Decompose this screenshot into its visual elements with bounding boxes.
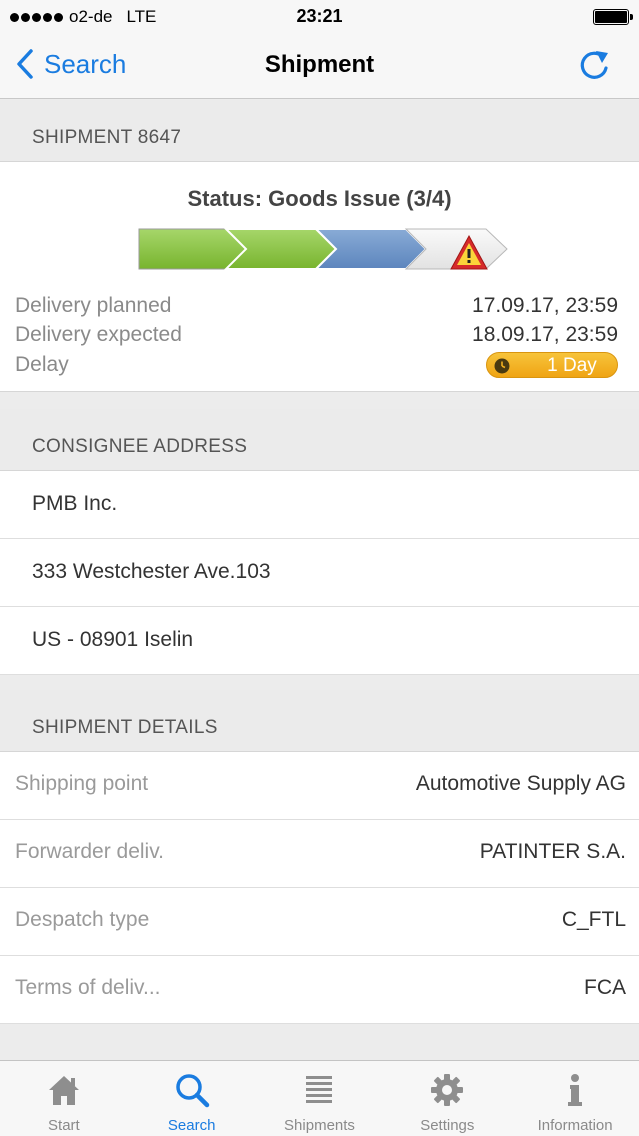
list-icon [306, 1076, 333, 1103]
delay-badge: 1 Day [486, 352, 618, 378]
tab-shipments[interactable]: Shipments [256, 1061, 384, 1136]
detail-row-forwarder: Forwarder deliv. PATINTER S.A. [0, 820, 639, 888]
delivery-expected-label: Delivery expected [15, 323, 182, 346]
detail-label: Forwarder deliv. [15, 840, 164, 863]
tab-label: Settings [420, 1117, 475, 1134]
status-progress-chevrons [138, 228, 508, 270]
tab-bar: Start Search Shipments Settings Informat… [0, 1060, 639, 1136]
status-bar: o2-de LTE 23:21 [0, 0, 639, 34]
detail-value: C_FTL [561, 908, 626, 931]
clock: 23:21 [296, 6, 343, 26]
consignee-name: PMB Inc. [32, 492, 118, 515]
detail-row-despatch-type: Despatch type C_FTL [0, 888, 639, 956]
detail-row-shipping-point: Shipping point Automotive Supply AG [0, 752, 639, 820]
status-step-1 [138, 228, 247, 270]
delay-label: Delay [15, 353, 69, 376]
consignee-section-header: CONSIGNEE ADDRESS [0, 409, 639, 471]
consignee-street: 333 Westchester Ave.103 [32, 560, 271, 583]
status-panel: Status: Goods Issue (3/4) Delivery plann… [0, 162, 639, 392]
tab-label: Search [167, 1117, 216, 1134]
consignee-street-row: 333 Westchester Ave.103 [0, 539, 639, 607]
navigation-bar: Search Shipment [0, 34, 639, 99]
clock-icon [494, 358, 510, 374]
delay-value: 1 Day [547, 355, 597, 376]
page-title: Shipment [264, 51, 375, 78]
delivery-planned-value: 17.09.17, 23:59 [472, 294, 618, 317]
battery-icon [593, 9, 633, 25]
detail-label: Terms of deliv... [15, 976, 161, 999]
tab-label: Information [537, 1117, 613, 1134]
tab-information[interactable]: Information [511, 1061, 639, 1136]
delivery-expected-value: 18.09.17, 23:59 [472, 323, 618, 346]
gear-icon [431, 1074, 464, 1106]
detail-value: FCA [584, 976, 626, 999]
tab-search[interactable]: Search [128, 1061, 256, 1136]
tab-label: Shipments [284, 1117, 355, 1134]
detail-label: Despatch type [15, 908, 150, 931]
search-icon [175, 1074, 209, 1108]
consignee-header-label: CONSIGNEE ADDRESS [32, 436, 248, 457]
detail-value: PATINTER S.A. [479, 840, 626, 863]
consignee-name-row: PMB Inc. [0, 471, 639, 539]
delay-row: Delay 1 Day [15, 352, 618, 378]
status-title: Status: Goods Issue (3/4) [187, 186, 452, 211]
consignee-city-row: US - 08901 Iselin [0, 607, 639, 675]
consignee-city: US - 08901 Iselin [32, 628, 194, 651]
info-icon [568, 1074, 583, 1106]
shipment-section-header: SHIPMENT 8647 [0, 100, 639, 162]
detail-value: Automotive Supply AG [415, 772, 626, 795]
home-icon [48, 1076, 79, 1105]
detail-label: Shipping point [15, 772, 149, 795]
delivery-planned-label: Delivery planned [15, 294, 172, 317]
details-section-header: SHIPMENT DETAILS [0, 690, 639, 752]
details-header-label: SHIPMENT DETAILS [32, 717, 218, 738]
shipment-number: SHIPMENT 8647 [32, 127, 182, 148]
tab-label: Start [48, 1117, 80, 1134]
delivery-expected-row: Delivery expected 18.09.17, 23:59 [15, 323, 618, 347]
delivery-planned-row: Delivery planned 17.09.17, 23:59 [15, 294, 618, 318]
detail-row-terms: Terms of deliv... FCA [0, 956, 639, 1024]
refresh-icon[interactable] [577, 46, 611, 84]
tab-settings[interactable]: Settings [383, 1061, 511, 1136]
tab-start[interactable]: Start [0, 1061, 128, 1136]
